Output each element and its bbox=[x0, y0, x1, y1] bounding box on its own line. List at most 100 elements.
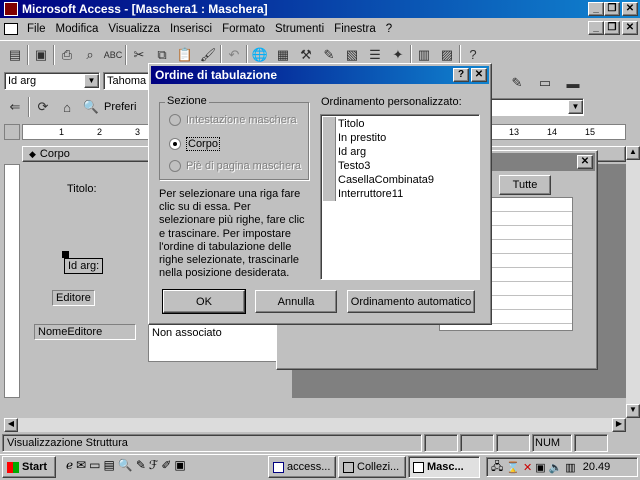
order-row[interactable]: Testo3 bbox=[323, 159, 477, 173]
agent-icon[interactable]: ℱ bbox=[149, 458, 158, 472]
view-icon[interactable]: ▤ bbox=[4, 44, 26, 66]
restore-icon[interactable]: ❐ bbox=[604, 2, 620, 16]
doc-restore-icon[interactable]: ❐ bbox=[604, 21, 620, 35]
menu-modifica[interactable]: Modifica bbox=[51, 20, 104, 38]
order-row[interactable]: Titolo bbox=[323, 117, 477, 131]
disconnected-icon[interactable]: ✕ bbox=[523, 461, 532, 474]
titolo-label[interactable]: Titolo: bbox=[64, 182, 100, 196]
desktop-icon[interactable]: ▭ bbox=[89, 458, 100, 472]
auto-order-button[interactable]: Ordinamento automatico bbox=[347, 290, 475, 313]
tray-misc-icon[interactable]: ▥ bbox=[565, 461, 575, 474]
volume-icon[interactable]: 🔈 bbox=[549, 461, 563, 474]
menu-file[interactable]: File bbox=[22, 20, 51, 38]
scroll-left-icon[interactable]: ◀ bbox=[4, 418, 18, 432]
spelling-icon[interactable]: ABC bbox=[102, 44, 124, 66]
special-effect-icon[interactable]: ▬ bbox=[562, 72, 584, 94]
form-selector[interactable] bbox=[4, 124, 20, 140]
doc-minimize-icon[interactable]: _ bbox=[588, 21, 604, 35]
menu-visualizza[interactable]: Visualizza bbox=[103, 20, 165, 38]
radio-corpo-label: Corpo bbox=[186, 137, 220, 151]
selection-handle[interactable] bbox=[62, 251, 69, 258]
props-tab-label: Tutte bbox=[512, 179, 538, 191]
chevron-down-icon[interactable]: ▼ bbox=[84, 74, 99, 88]
scroll-right-icon[interactable]: ▶ bbox=[612, 418, 626, 432]
ruler-mark-3: 3 bbox=[135, 127, 141, 137]
db-window-icon bbox=[343, 461, 354, 473]
status-text: Visualizzazione Struttura bbox=[2, 434, 422, 452]
doc-close-icon[interactable]: ✕ bbox=[622, 21, 638, 35]
menu-inserisci[interactable]: Inserisci bbox=[165, 20, 217, 38]
radio-intestazione-label: Intestazione maschera bbox=[186, 114, 297, 126]
editore-label[interactable]: Editore bbox=[52, 290, 95, 306]
menu-finestra[interactable]: Finestra bbox=[329, 20, 381, 38]
refresh-icon[interactable]: ⟳ bbox=[32, 96, 54, 118]
object-combo-value: Id arg bbox=[8, 75, 37, 87]
monitor-icon[interactable]: ▣ bbox=[535, 461, 545, 474]
menu-strumenti[interactable]: Strumenti bbox=[270, 20, 329, 38]
props-tab-tutte[interactable]: Tutte bbox=[499, 175, 551, 195]
back-icon[interactable]: ⇐ bbox=[4, 96, 26, 118]
status-bar: Visualizzazione Struttura NUM bbox=[0, 432, 640, 454]
notepad-icon[interactable]: ✎ bbox=[136, 458, 146, 472]
border-width-icon[interactable]: ▭ bbox=[534, 72, 556, 94]
unbound-textbox[interactable]: Non associato bbox=[148, 324, 278, 362]
paint-icon[interactable]: ✐ bbox=[161, 458, 171, 472]
dialog-titlebar[interactable]: Ordine di tabulazione ? ✕ bbox=[151, 66, 489, 84]
form-doc-icon[interactable] bbox=[4, 23, 18, 35]
app-titlebar[interactable]: Microsoft Access - [Maschera1 : Maschera… bbox=[0, 0, 640, 18]
radio-corpo[interactable]: Corpo bbox=[169, 137, 220, 151]
windows-logo-icon bbox=[7, 461, 19, 473]
custom-order-label: Ordinamento personalizzato: bbox=[321, 96, 462, 108]
menu-formato[interactable]: Formato bbox=[217, 20, 270, 38]
address-dropdown-icon[interactable]: ▼ bbox=[568, 100, 583, 114]
channels-icon[interactable]: ▤ bbox=[104, 458, 115, 472]
outlook-icon[interactable]: ✉ bbox=[76, 458, 86, 472]
cut-icon[interactable]: ✂ bbox=[128, 44, 150, 66]
ok-button[interactable]: OK bbox=[162, 289, 246, 314]
order-listbox[interactable]: Titolo In prestito Id arg Testo3 Casella… bbox=[320, 114, 480, 280]
dialog-close-icon[interactable]: ✕ bbox=[471, 68, 487, 82]
search-web-icon[interactable]: 🔍 bbox=[80, 96, 102, 118]
line-color-icon[interactable]: ✎ bbox=[506, 72, 528, 94]
vertical-scrollbar[interactable]: ▲ ▼ bbox=[626, 146, 640, 418]
dialog-help-icon[interactable]: ? bbox=[453, 68, 469, 82]
cancel-button[interactable]: Annulla bbox=[255, 290, 337, 313]
ie-icon[interactable]: ℯ bbox=[66, 458, 73, 472]
task-collezi-label: Collezi... bbox=[357, 461, 400, 473]
order-row[interactable]: Id arg bbox=[323, 145, 477, 159]
task-maschera[interactable]: Masc... bbox=[408, 456, 480, 478]
task-access-label: access... bbox=[287, 461, 331, 473]
scheduler-icon[interactable]: ⌛ bbox=[506, 461, 520, 474]
num-lock-indicator: NUM bbox=[532, 434, 572, 452]
radio-intestazione[interactable]: Intestazione maschera bbox=[169, 114, 297, 126]
props-close-icon[interactable]: ✕ bbox=[577, 155, 593, 169]
task-collezi[interactable]: Collezi... bbox=[338, 456, 406, 478]
scroll-down-icon[interactable]: ▼ bbox=[626, 404, 640, 418]
print-icon[interactable]: ⎙ bbox=[56, 44, 78, 66]
preview-icon[interactable]: ⌕ bbox=[79, 44, 101, 66]
order-row[interactable]: CasellaCombinata9 bbox=[323, 173, 477, 187]
nomeeditore-label[interactable]: NomeEditore bbox=[34, 324, 136, 340]
close-icon[interactable]: ✕ bbox=[622, 2, 638, 16]
order-row[interactable]: In prestito bbox=[323, 131, 477, 145]
task-maschera-label: Masc... bbox=[427, 461, 464, 473]
task-access[interactable]: access... bbox=[268, 456, 336, 478]
save-icon[interactable]: ▣ bbox=[30, 44, 52, 66]
idarg-label[interactable]: Id arg: bbox=[64, 258, 104, 274]
address-combo[interactable]: ▼ bbox=[490, 98, 584, 116]
order-row[interactable]: Interruttore11 bbox=[323, 187, 477, 201]
radio-pie-di-pagina[interactable]: Piè di pagina maschera bbox=[169, 160, 301, 172]
favorites-label[interactable]: Preferi bbox=[104, 101, 136, 113]
clock[interactable]: 20.49 bbox=[583, 461, 611, 473]
start-button[interactable]: Start bbox=[2, 456, 56, 478]
home-icon[interactable]: ⌂ bbox=[56, 96, 78, 118]
menu-bar: File Modifica Visualizza Inserisci Forma… bbox=[0, 18, 640, 40]
network-icon[interactable]: 🖧 bbox=[491, 458, 503, 477]
object-combo[interactable]: Id arg ▼ bbox=[4, 72, 100, 90]
minimize-icon[interactable]: _ bbox=[588, 2, 604, 16]
find-icon[interactable]: 🔍 bbox=[118, 458, 133, 472]
scroll-up-icon[interactable]: ▲ bbox=[626, 146, 640, 160]
menu-help[interactable]: ? bbox=[381, 20, 397, 38]
folder-icon[interactable]: ▣ bbox=[174, 458, 185, 472]
horizontal-scrollbar[interactable]: ◀ ▶ bbox=[4, 418, 626, 432]
